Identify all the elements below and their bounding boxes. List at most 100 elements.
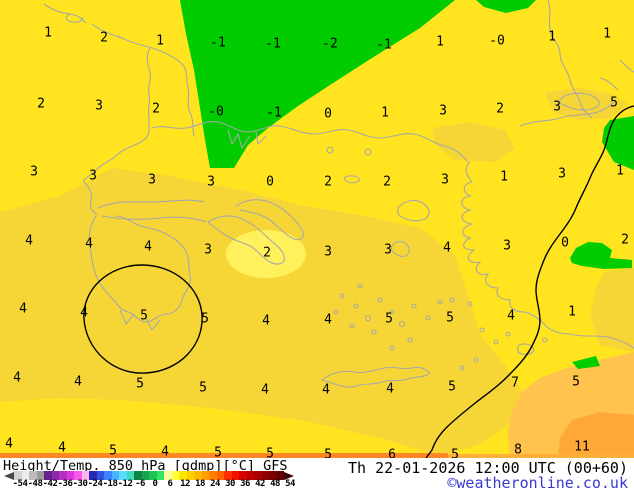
scale-ticks: -54 -48 -42 -36 -30 -24 -18 -12 -6 0 6 12 18 24 30 36 42…	[4, 479, 314, 490]
temp-value: 3	[95, 98, 103, 114]
temp-value: 5	[140, 308, 148, 324]
temp-value: 1	[568, 304, 576, 320]
temp-value: -1	[210, 35, 226, 51]
temp-value: 2	[383, 174, 391, 190]
temp-value: 3	[89, 168, 97, 184]
temp-value: 3	[558, 166, 566, 182]
scale-tick: -6	[135, 479, 145, 489]
island	[343, 175, 361, 184]
temp-value: 5	[199, 380, 207, 396]
temp-value: 2	[100, 30, 108, 46]
temp-value: 7	[511, 375, 519, 391]
temp-value: 4	[144, 239, 152, 255]
temp-value: 6	[388, 447, 396, 459]
coastline	[151, 121, 469, 163]
island	[326, 146, 334, 154]
temp-value: 1	[548, 29, 556, 45]
island	[364, 148, 372, 156]
temp-value: -1	[266, 105, 282, 121]
temp-value: 5	[572, 374, 580, 390]
temp-value: 4	[386, 381, 394, 397]
scale-tick: -24	[87, 479, 103, 489]
temp-value: 4	[324, 312, 332, 328]
temp-value: 5	[446, 310, 454, 326]
mild-region	[590, 268, 634, 352]
temp-value: 2	[621, 232, 629, 248]
coastline	[43, 3, 87, 24]
temp-value: 1	[436, 34, 444, 50]
map-canvas	[0, 0, 634, 458]
scale-tick: 6	[167, 479, 173, 489]
temp-value: 3	[441, 172, 449, 188]
temp-value: 3	[204, 242, 212, 258]
forecast-map: 1 2 1 -1 -1 -2 -1 1 -0 1 1 2 3 2 -0 -1 0 1 3 2 3 5 3 3 3 3 0 2 2 3 1 3 1…	[0, 0, 634, 458]
temp-value: 1	[616, 163, 624, 179]
temp-value: 3	[439, 103, 447, 119]
scale-tick: 18	[195, 479, 205, 489]
island	[397, 199, 430, 222]
scale-tick: -54	[12, 479, 28, 489]
temp-value: 3	[30, 164, 38, 180]
temp-value: 3	[324, 244, 332, 260]
temp-value: 5	[214, 445, 222, 459]
mild-region	[0, 168, 522, 456]
coastline	[461, 161, 571, 335]
temp-value: 1	[44, 25, 52, 41]
scale-tick: 48	[270, 479, 280, 489]
scale-tick: 54	[285, 479, 295, 489]
scale-tick: -42	[42, 479, 58, 489]
temp-value: 4	[25, 233, 33, 249]
temp-value: -0	[208, 104, 224, 120]
temp-value: 3	[503, 238, 511, 254]
temp-value: 4	[13, 370, 21, 386]
temp-value: 4	[507, 308, 515, 324]
temp-value: 3	[384, 242, 392, 258]
scale-tick: 12	[180, 479, 190, 489]
temp-value: 2	[152, 101, 160, 117]
scale-tick: 0	[152, 479, 158, 489]
temp-value: -0	[489, 33, 505, 49]
temp-value: 4	[5, 436, 13, 452]
cold-region	[476, 0, 536, 13]
temp-value: 1	[500, 169, 508, 185]
temp-value: 4	[19, 301, 27, 317]
temp-value: 4	[85, 236, 93, 252]
temp-value: 4	[443, 240, 451, 256]
temp-value: 4	[80, 305, 88, 321]
temp-value: 1	[381, 105, 389, 121]
temp-value: -2	[322, 36, 338, 52]
temp-value: 5	[324, 447, 332, 459]
temp-value: 3	[148, 172, 156, 188]
scale-tick: -18	[102, 479, 118, 489]
coastline	[82, 47, 151, 182]
temp-value: -1	[376, 37, 392, 53]
coastline	[117, 35, 195, 137]
scale-tick: 36	[240, 479, 250, 489]
temp-value: 5	[266, 446, 274, 459]
temp-value: 4	[58, 440, 66, 456]
scale-tick: 30	[225, 479, 235, 489]
temp-value: 3	[207, 174, 215, 190]
cold-region	[180, 0, 455, 168]
temp-value: 5	[136, 376, 144, 392]
temp-value: 5	[610, 95, 618, 111]
mild-region	[432, 122, 515, 162]
temp-value: 4	[322, 382, 330, 398]
temp-value: 5	[201, 311, 209, 327]
scale-tick: -36	[57, 479, 73, 489]
temp-value: 1	[156, 33, 164, 49]
temp-value: 3	[553, 99, 561, 115]
temp-value: 4	[261, 382, 269, 398]
temp-value: 2	[496, 101, 504, 117]
temp-value: 0	[324, 106, 332, 122]
temp-value: 2	[324, 174, 332, 190]
temp-value: 11	[574, 439, 590, 455]
temp-value: 4	[161, 444, 169, 459]
footer-bar: Height/Temp. 850 hPa [gdmp][°C] GFS -54-…	[0, 458, 634, 490]
temp-value: 4	[262, 313, 270, 329]
temp-value: -1	[265, 36, 281, 52]
temp-value: 5	[448, 379, 456, 395]
temp-value: 0	[561, 235, 569, 251]
temp-value: 0	[266, 174, 274, 190]
coastline	[599, 59, 634, 91]
